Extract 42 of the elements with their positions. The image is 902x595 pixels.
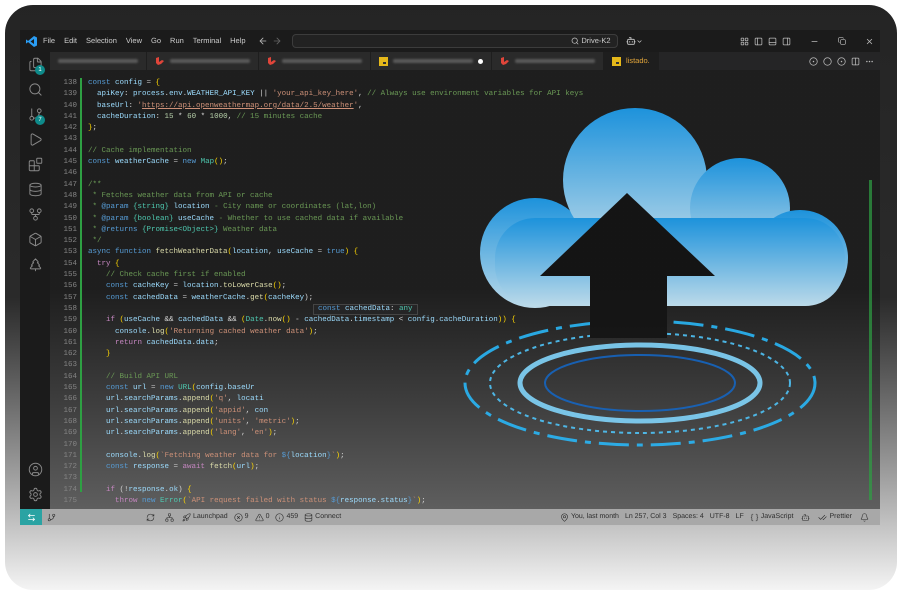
search-icon[interactable] — [28, 82, 42, 97]
git-fork-icon[interactable] — [28, 207, 42, 222]
sync-icon[interactable] — [146, 512, 155, 522]
info-icon — [275, 512, 284, 522]
error-icon — [234, 512, 243, 522]
restore-icon[interactable] — [838, 37, 846, 45]
forward-icon[interactable] — [272, 36, 282, 46]
js-file-icon — [612, 56, 621, 66]
account-icon[interactable] — [28, 462, 42, 477]
circle-icon[interactable] — [823, 56, 832, 66]
caret-icon[interactable] — [636, 38, 643, 44]
layout-icon[interactable] — [740, 36, 749, 46]
close-icon[interactable] — [865, 36, 874, 46]
search-icon — [571, 37, 580, 45]
braces-icon — [750, 512, 759, 522]
blocks-icon[interactable] — [28, 157, 42, 172]
graph-icon[interactable] — [165, 512, 174, 522]
settings-icon[interactable] — [28, 487, 42, 502]
remote-icon — [26, 512, 36, 522]
split-editor-icon[interactable] — [851, 56, 860, 66]
pin-icon — [560, 512, 569, 522]
box-icon[interactable] — [28, 232, 42, 247]
play-icon[interactable] — [28, 132, 42, 147]
panel-bottom-icon[interactable] — [768, 36, 777, 46]
editor-tab[interactable] — [371, 52, 492, 70]
tree-icon[interactable] — [28, 257, 42, 272]
panel-right-icon[interactable] — [782, 36, 791, 46]
bell-icon[interactable] — [860, 512, 869, 522]
rocket-icon — [182, 512, 191, 522]
files-icon[interactable] — [28, 57, 42, 72]
app-logo-icon — [26, 36, 37, 46]
branch-icon[interactable] — [47, 512, 56, 522]
remote-button[interactable] — [20, 509, 42, 525]
back-icon[interactable] — [258, 36, 268, 46]
circle-dot-icon[interactable] — [837, 56, 846, 66]
database-icon[interactable] — [28, 182, 42, 197]
database-icon — [304, 512, 314, 522]
double-check-icon — [818, 512, 828, 522]
warning-icon — [254, 512, 264, 522]
circle-dot-icon[interactable] — [809, 56, 818, 66]
js-file-icon — [379, 56, 388, 66]
panel-left-icon[interactable] — [754, 36, 763, 46]
